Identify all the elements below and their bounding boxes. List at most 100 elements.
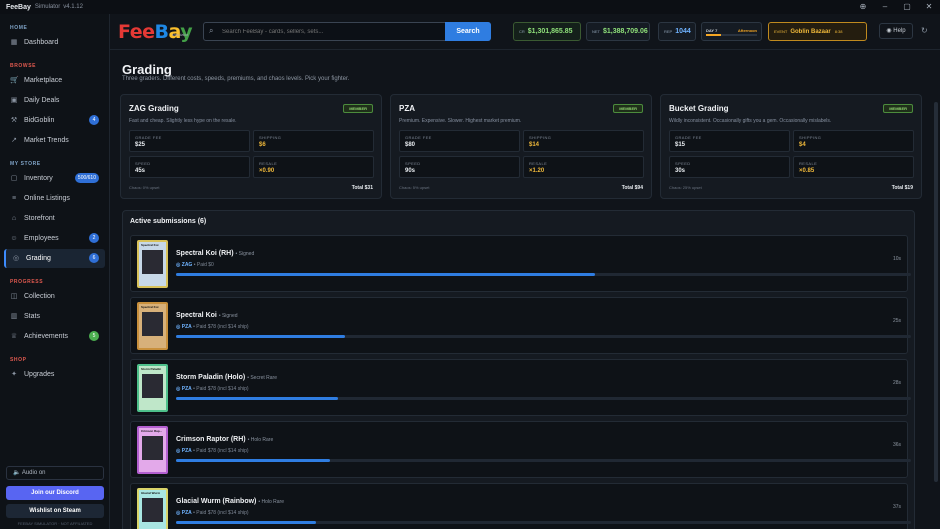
submission-meta: ◎ PZA • Paid $78 (incl $14 ship) bbox=[176, 386, 249, 392]
sidebar-item-label: Employees bbox=[24, 235, 59, 242]
section-my-store: MY STORE bbox=[10, 161, 41, 167]
grader-description: Wildly inconsistent. Occasionally gifts … bbox=[669, 118, 832, 124]
grade-fee: GRADE FEE $25 bbox=[129, 130, 250, 152]
event-banner[interactable]: EVENT Goblin Bazaar 8:38 bbox=[768, 22, 867, 41]
submission-row[interactable]: Storm Paladin Storm Paladin (Holo) • Secr… bbox=[130, 359, 911, 416]
help-button[interactable]: ◉ Help bbox=[879, 23, 913, 39]
app-logo: FeeBay bbox=[6, 3, 31, 11]
card-art bbox=[142, 312, 163, 336]
cart-icon: 🛒 bbox=[10, 76, 19, 84]
grading-speed: SPEED 45s bbox=[129, 156, 250, 178]
grader-card[interactable]: PZA MEMBER Premium. Expensive. Slower. Hig… bbox=[390, 94, 652, 199]
maximize-icon[interactable]: ▢ bbox=[896, 0, 918, 14]
trend-icon: ↗ bbox=[11, 136, 17, 144]
card-art bbox=[142, 498, 163, 522]
submission-meta: ◎ ZAG • Paid $0 bbox=[176, 262, 214, 268]
member-badge: MEMBER bbox=[883, 104, 913, 113]
time-remaining: 10s bbox=[892, 256, 901, 262]
sidebar-item-inventory[interactable]: ▢ Inventory 500/610 bbox=[4, 169, 105, 188]
reputation-display: REP 1044 bbox=[658, 22, 696, 41]
sidebar-item-employees[interactable]: ☺ Employees 2 bbox=[4, 229, 105, 248]
search-input[interactable] bbox=[222, 25, 452, 39]
audio-toggle[interactable]: 🔈 Audio on bbox=[6, 466, 104, 480]
page-subtitle: Three graders. Different costs, speeds, … bbox=[122, 76, 350, 82]
resale-multiplier: RESALE ×0.85 bbox=[793, 156, 914, 178]
chaos-level: Chaos: 5% upset bbox=[399, 185, 430, 190]
chaos-level: Chaos: 0% upset bbox=[129, 185, 160, 190]
sidebar-item-label: Daily Deals bbox=[24, 97, 60, 104]
cash-display: CR $1,301,865.85 bbox=[513, 22, 581, 41]
sidebar-item-dashboard[interactable]: ▦ Dashboard bbox=[4, 33, 105, 52]
header: FeeBay simulator ⌕ Search CR$1,301,865.8… bbox=[110, 14, 940, 50]
discord-button[interactable]: Join our Discord bbox=[6, 486, 104, 500]
grading-progress bbox=[176, 397, 911, 400]
grader-card[interactable]: Bucket Grading MEMBER Wildly inconsistent.… bbox=[660, 94, 922, 199]
grading-progress bbox=[176, 459, 911, 462]
card-name: Glacial Wurm (Rainbow) • Holo Rare bbox=[176, 498, 284, 505]
grader-name: PZA bbox=[399, 104, 415, 113]
footer-text: FEEBAY SIMULATOR · NOT AFFILIATED bbox=[17, 521, 93, 526]
count-badge: 6 bbox=[89, 253, 99, 263]
people-icon: ☺ bbox=[10, 234, 18, 242]
close-icon[interactable]: ✕ bbox=[918, 0, 940, 14]
sidebar-item-upgrades[interactable]: ✦ Upgrades bbox=[4, 365, 105, 384]
sidebar-item-label: Stats bbox=[24, 313, 40, 320]
grader-name: ZAG Grading bbox=[129, 104, 179, 113]
sidebar-item-daily-deals[interactable]: ▣ Daily Deals bbox=[4, 91, 105, 110]
submission-row[interactable]: Spectral Koi Spectral Koi (RH) • Signed ◎ … bbox=[130, 235, 911, 292]
card-thumbnail: Storm Paladin bbox=[137, 364, 168, 412]
scrollbar[interactable] bbox=[934, 102, 938, 482]
card-art bbox=[142, 374, 163, 398]
card-thumbnail: Spectral Koi bbox=[137, 240, 168, 288]
time-remaining: 28s bbox=[892, 380, 901, 386]
submission-row[interactable]: Glacial Wurm Glacial Wurm (Rainbow) • Hol… bbox=[130, 483, 911, 529]
grading-progress bbox=[176, 335, 911, 338]
search-button[interactable]: Search bbox=[445, 22, 491, 41]
grader-card[interactable]: ZAG Grading MEMBER Fast and cheap. Slightl… bbox=[120, 94, 382, 199]
box-icon: ▢ bbox=[10, 174, 18, 182]
refresh-icon[interactable]: ↻ bbox=[921, 26, 928, 35]
grader-label: ◎ PZA bbox=[176, 448, 192, 454]
member-badge: MEMBER bbox=[613, 104, 643, 113]
time-remaining: 36s bbox=[892, 442, 901, 448]
sidebar-item-achievements[interactable]: ♕ Achievements 5 bbox=[4, 327, 105, 346]
app-subtitle: Simulator bbox=[34, 4, 61, 10]
sparkle-icon: ✦ bbox=[11, 370, 17, 378]
card-name: Storm Paladin (Holo) • Secret Rare bbox=[176, 374, 278, 381]
grader-label: ◎ PZA bbox=[176, 510, 192, 516]
sidebar-item-stats[interactable]: ▥ Stats bbox=[4, 307, 105, 326]
pin-icon[interactable]: ⊕ bbox=[852, 0, 874, 14]
submission-meta: ◎ PZA • Paid $78 (incl $14 ship) bbox=[176, 324, 249, 330]
layers-icon: ◫ bbox=[10, 292, 18, 300]
sidebar-item-market-trends[interactable]: ↗ Market Trends bbox=[4, 131, 105, 150]
sidebar-item-label: Market Trends bbox=[24, 137, 69, 144]
app-version: v4.1.12 bbox=[63, 4, 83, 10]
minimize-icon[interactable]: – bbox=[874, 0, 896, 14]
submission-row[interactable]: Spectral Koi Spectral Koi • Signed ◎ PZA •… bbox=[130, 297, 911, 354]
main-content: Grading Three graders. Different costs, … bbox=[110, 51, 940, 529]
total-cost: Total $31 bbox=[351, 185, 373, 191]
steam-button[interactable]: Wishlist on Steam bbox=[6, 504, 104, 518]
shipping-fee: SHIPPING $4 bbox=[793, 130, 914, 152]
trophy-icon: ♕ bbox=[10, 332, 18, 340]
gavel-icon: ⚒ bbox=[10, 116, 18, 124]
sidebar-item-label: Achievements bbox=[24, 333, 68, 340]
sidebar-item-label: Collection bbox=[24, 293, 55, 300]
logo-subtitle: simulator bbox=[172, 32, 189, 37]
sidebar-item-online-listings[interactable]: ≡ Online Listings bbox=[4, 189, 105, 208]
total-cost: Total $19 bbox=[891, 185, 913, 191]
sidebar-item-storefront[interactable]: ⌂ Storefront bbox=[4, 209, 105, 228]
grade-fee: GRADE FEE $80 bbox=[399, 130, 520, 152]
grader-label: ◎ PZA bbox=[176, 324, 192, 330]
sidebar-item-bidgoblin[interactable]: ⚒ BidGoblin 4 bbox=[4, 111, 105, 130]
sidebar-item-grading[interactable]: ◎ Grading 6 bbox=[4, 249, 105, 268]
grader-description: Fast and cheap. Slightly less hype on th… bbox=[129, 118, 237, 124]
section-browse: BROWSE bbox=[10, 63, 37, 69]
count-badge: 4 bbox=[89, 115, 99, 125]
card-name: Spectral Koi (RH) • Signed bbox=[176, 250, 255, 257]
calendar-icon: ▣ bbox=[10, 96, 18, 104]
sidebar-item-collection[interactable]: ◫ Collection bbox=[4, 287, 105, 306]
member-badge: MEMBER bbox=[343, 104, 373, 113]
submission-row[interactable]: Crimson Rap... Crimson Raptor (RH) • Holo… bbox=[130, 421, 911, 478]
sidebar-item-marketplace[interactable]: 🛒 Marketplace bbox=[4, 71, 105, 90]
